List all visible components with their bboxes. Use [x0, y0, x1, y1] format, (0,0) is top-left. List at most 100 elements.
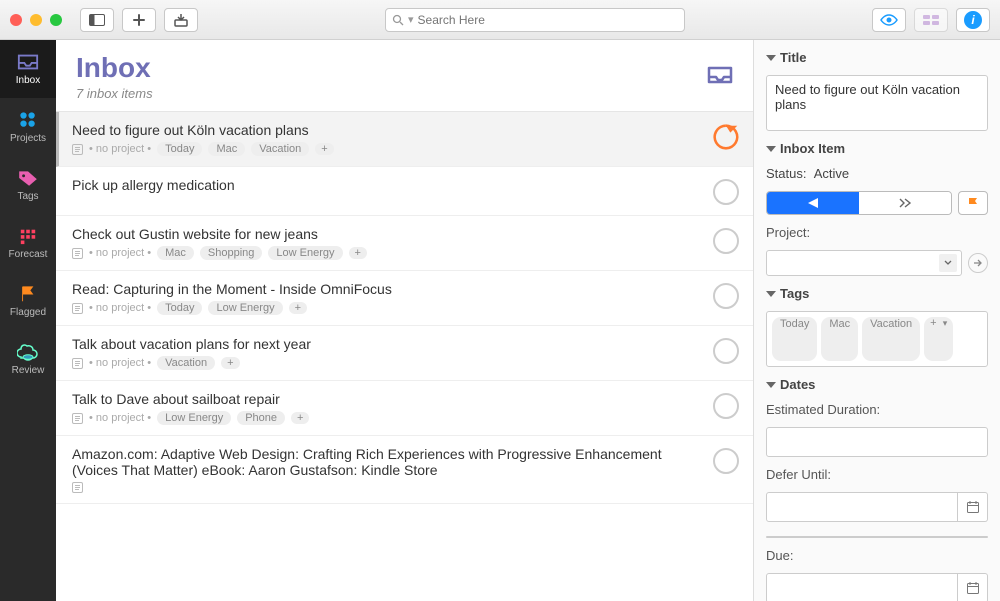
task-list: Need to figure out Köln vacation plans • …: [56, 112, 753, 504]
status-active-button[interactable]: [767, 192, 859, 214]
status-onhold-button[interactable]: [859, 192, 951, 214]
due-label: Due:: [766, 548, 988, 563]
task-title: Pick up allergy medication: [72, 177, 703, 193]
inspector-tag[interactable]: Today: [772, 317, 817, 361]
quick-entry-button[interactable]: [164, 8, 198, 32]
task-tag[interactable]: Today: [157, 301, 202, 315]
sidebar-item-tags[interactable]: Tags: [0, 156, 56, 214]
sidebar-item-flagged[interactable]: Flagged: [0, 272, 56, 330]
tags-icon: [17, 169, 39, 187]
task-meta: [72, 482, 703, 493]
tags-field[interactable]: TodayMacVacation+ ▾: [766, 311, 988, 367]
task-tag[interactable]: Phone: [237, 411, 285, 425]
due-field[interactable]: [766, 573, 958, 601]
status-circle[interactable]: [713, 228, 739, 254]
task-row[interactable]: Talk about vacation plans for next year•…: [56, 326, 753, 381]
search-field[interactable]: ▾: [385, 8, 685, 32]
titlebar: ▾ i: [0, 0, 1000, 40]
notes-icon: [72, 413, 83, 424]
task-tag[interactable]: Low Energy: [208, 301, 282, 315]
status-segmented-control[interactable]: [766, 191, 952, 215]
task-row[interactable]: Need to figure out Köln vacation plans • …: [56, 112, 753, 167]
section-dates[interactable]: Dates: [766, 377, 988, 392]
no-project-text: • no project •: [89, 143, 151, 155]
disclosure-icon: [766, 146, 776, 152]
task-tag[interactable]: Vacation: [157, 356, 215, 370]
estimated-duration-field[interactable]: [766, 427, 988, 457]
no-project-text: • no project •: [89, 357, 151, 369]
status-circle[interactable]: [713, 338, 739, 364]
toggle-sidebar-button[interactable]: [80, 8, 114, 32]
goto-project-button[interactable]: [968, 253, 988, 273]
defer-quick-buttons: +1 day+1 week+1 month: [766, 536, 988, 538]
task-tag[interactable]: Vacation: [251, 142, 309, 156]
close-window[interactable]: [10, 14, 22, 26]
disclosure-icon: [766, 382, 776, 388]
status-circle[interactable]: [713, 393, 739, 419]
status-circle[interactable]: [713, 283, 739, 309]
task-tag[interactable]: Low Energy: [268, 246, 342, 260]
estimated-duration-label: Estimated Duration:: [766, 402, 988, 417]
task-row[interactable]: Pick up allergy medication: [56, 167, 753, 216]
notes-icon: [72, 482, 83, 493]
status-circle[interactable]: [713, 124, 739, 150]
status-circle[interactable]: [713, 448, 739, 474]
no-project-text: • no project •: [89, 412, 151, 424]
add-tag-button[interactable]: +: [291, 412, 309, 424]
layout-button[interactable]: [914, 8, 948, 32]
inspector-toggle-button[interactable]: i: [956, 8, 990, 32]
flag-icon: [966, 196, 980, 210]
chevron-down-icon: [939, 254, 957, 272]
task-tag[interactable]: Low Energy: [157, 411, 231, 425]
section-inbox-item[interactable]: Inbox Item: [766, 141, 988, 156]
review-icon: [17, 343, 39, 361]
search-input[interactable]: [418, 13, 678, 27]
task-meta: • no project • Mac Shopping Low Energy +: [72, 246, 703, 260]
status-circle[interactable]: [713, 179, 739, 205]
task-row[interactable]: Check out Gustin website for new jeans• …: [56, 216, 753, 271]
task-row[interactable]: Talk to Dave about sailboat repair • no p…: [56, 381, 753, 436]
inbox-icon: [17, 53, 39, 71]
sidebar-item-forecast[interactable]: Forecast: [0, 214, 56, 272]
add-tag-button[interactable]: +: [221, 357, 239, 369]
task-title: Talk to Dave about sailboat repair: [72, 391, 703, 407]
task-tag[interactable]: Today: [157, 142, 202, 156]
task-title: Amazon.com: Adaptive Web Design: Craftin…: [72, 446, 703, 478]
sidebar-label: Projects: [10, 133, 46, 144]
sidebar-item-projects[interactable]: Projects: [0, 98, 56, 156]
task-tag[interactable]: Mac: [208, 142, 245, 156]
add-tag-button[interactable]: +: [349, 247, 367, 259]
view-options-button[interactable]: [872, 8, 906, 32]
due-calendar-button[interactable]: [958, 573, 988, 601]
inspector-tag[interactable]: Mac: [821, 317, 858, 361]
task-title: Need to figure out Köln vacation plans: [72, 122, 703, 138]
task-tag[interactable]: Mac: [157, 246, 194, 260]
add-tag-button[interactable]: +: [289, 302, 307, 314]
new-item-button[interactable]: [122, 8, 156, 32]
sidebar-label: Inbox: [16, 75, 40, 86]
status-value: Active: [814, 166, 849, 181]
section-tags[interactable]: Tags: [766, 286, 988, 301]
add-tag-button[interactable]: +: [315, 143, 333, 155]
sidebar-item-inbox[interactable]: Inbox: [0, 40, 56, 98]
zoom-window[interactable]: [50, 14, 62, 26]
add-tag-button[interactable]: + ▾: [924, 317, 953, 361]
no-project-text: • no project •: [89, 247, 151, 259]
inspector-tag[interactable]: Vacation: [862, 317, 920, 361]
flag-button[interactable]: [958, 191, 988, 215]
project-select[interactable]: [766, 250, 962, 276]
task-row[interactable]: Read: Capturing in the Moment - Inside O…: [56, 271, 753, 326]
inspector-panel: Title Need to figure out Köln vacation p…: [754, 40, 1000, 601]
minimize-window[interactable]: [30, 14, 42, 26]
task-row[interactable]: Amazon.com: Adaptive Web Design: Craftin…: [56, 436, 753, 504]
page-title: Inbox: [76, 52, 153, 84]
calendar-icon: [966, 581, 980, 595]
sidebar-item-review[interactable]: Review: [0, 330, 56, 388]
defer-until-field[interactable]: [766, 492, 958, 522]
task-tag[interactable]: Shopping: [200, 246, 263, 260]
defer-calendar-button[interactable]: [958, 492, 988, 522]
title-field[interactable]: Need to figure out Köln vacation plans: [766, 75, 988, 131]
section-title[interactable]: Title: [766, 50, 988, 65]
task-meta: • no project • Vacation +: [72, 356, 703, 370]
calendar-icon: [966, 500, 980, 514]
